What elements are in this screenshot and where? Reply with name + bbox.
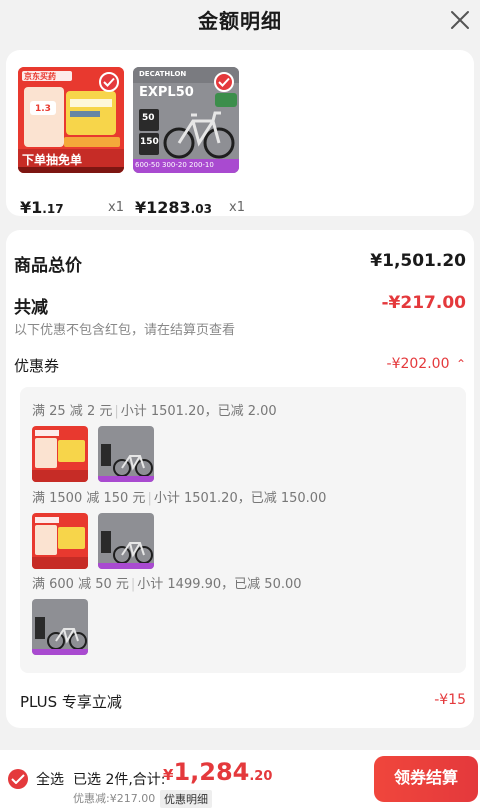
plus-label: PLUS 专享立减 bbox=[20, 693, 122, 711]
discount-amount: 优惠减:¥217.00 bbox=[73, 792, 156, 805]
product-qty-1: x1 bbox=[108, 200, 124, 215]
reduce-row: 共减 -¥217.00 bbox=[14, 293, 466, 318]
coupon-toggle[interactable]: -¥202.00 ⌃ bbox=[387, 356, 466, 372]
product-item-2[interactable]: DECATHLON EXPL50 50 150 600-50 300-20 20… bbox=[133, 67, 245, 217]
total-label: 商品总价 bbox=[14, 256, 82, 276]
product-tag-2: 150 bbox=[140, 137, 159, 147]
product-card: 京东买药 1.3 下单抽免单 ¥1.17 x1 DECATHLON EXPL50… bbox=[6, 50, 474, 217]
select-all-label[interactable]: 全选 bbox=[36, 769, 64, 789]
header: 金额明细 bbox=[0, 0, 480, 44]
grand-total: ¥1,284.20 bbox=[163, 758, 273, 786]
product-price-1: ¥1.17 bbox=[20, 198, 64, 217]
check-icon bbox=[214, 72, 234, 92]
product-item-1[interactable]: 京东买药 1.3 下单抽免单 ¥1.17 x1 bbox=[18, 67, 124, 217]
product-badge-text: 1.3 bbox=[35, 104, 51, 114]
product-promo-text: 下单抽免单 bbox=[22, 153, 83, 167]
check-icon bbox=[99, 72, 119, 92]
total-row: 商品总价 ¥1,501.20 bbox=[14, 251, 466, 276]
chevron-up-icon: ⌃ bbox=[455, 357, 466, 371]
coupon-product-thumb bbox=[32, 513, 88, 569]
coupon-product-thumb bbox=[32, 426, 88, 482]
product-brand-text: DECATHLON bbox=[139, 70, 187, 78]
coupon-product-thumb bbox=[32, 599, 88, 655]
product-bottom-text: 600-50 300-20 200-10 bbox=[135, 161, 214, 169]
coupon-rule-3: 满 600 减 50 元 | 小计 1499.90，已减 50.00 bbox=[32, 577, 302, 592]
coupon-label: 优惠券 bbox=[14, 357, 60, 375]
checkout-bar: 全选 已选 2件,合计: ¥1,284.20 优惠减:¥217.00 优惠明细 … bbox=[0, 750, 480, 810]
selected-count: 已选 2件,合计: bbox=[73, 772, 166, 788]
product-price-2: ¥1283.03 bbox=[135, 198, 212, 217]
product-tag-1: 50 bbox=[142, 113, 155, 123]
discount-detail-link[interactable]: 优惠明细 bbox=[160, 790, 212, 808]
close-icon[interactable] bbox=[448, 8, 472, 32]
reduce-label: 共减 bbox=[14, 298, 48, 318]
coupon-rule-1: 满 25 减 2 元 | 小计 1501.20，已减 2.00 bbox=[32, 404, 277, 419]
coupon-product-thumb bbox=[98, 513, 154, 569]
coupon-value: -¥202.00 bbox=[386, 356, 450, 372]
discount-note: 以下优惠不包含红包，请在结算页查看 bbox=[14, 323, 236, 338]
coupon-detail-box: 满 25 减 2 元 | 小计 1501.20，已减 2.00 满 1500 减 1… bbox=[20, 387, 466, 673]
total-value: ¥1,501.20 bbox=[370, 251, 466, 271]
page-title: 金额明细 bbox=[198, 9, 282, 33]
coupon-rule-2: 满 1500 减 150 元 | 小计 1501.20，已减 150.00 bbox=[32, 491, 327, 506]
coupon-product-thumb bbox=[98, 426, 154, 482]
product-brand-text: 京东买药 bbox=[24, 72, 56, 81]
reduce-value: -¥217.00 bbox=[381, 293, 467, 313]
select-all-checkbox[interactable] bbox=[8, 769, 28, 789]
checkout-button[interactable]: 领券结算 bbox=[374, 756, 478, 802]
product-image-2: DECATHLON EXPL50 50 150 600-50 300-20 20… bbox=[133, 67, 239, 173]
product-model-text: EXPL50 bbox=[139, 85, 194, 100]
plus-value: -¥15 bbox=[434, 692, 466, 708]
product-image-1: 京东买药 1.3 下单抽免单 bbox=[18, 67, 124, 173]
product-qty-2: x1 bbox=[229, 200, 245, 215]
